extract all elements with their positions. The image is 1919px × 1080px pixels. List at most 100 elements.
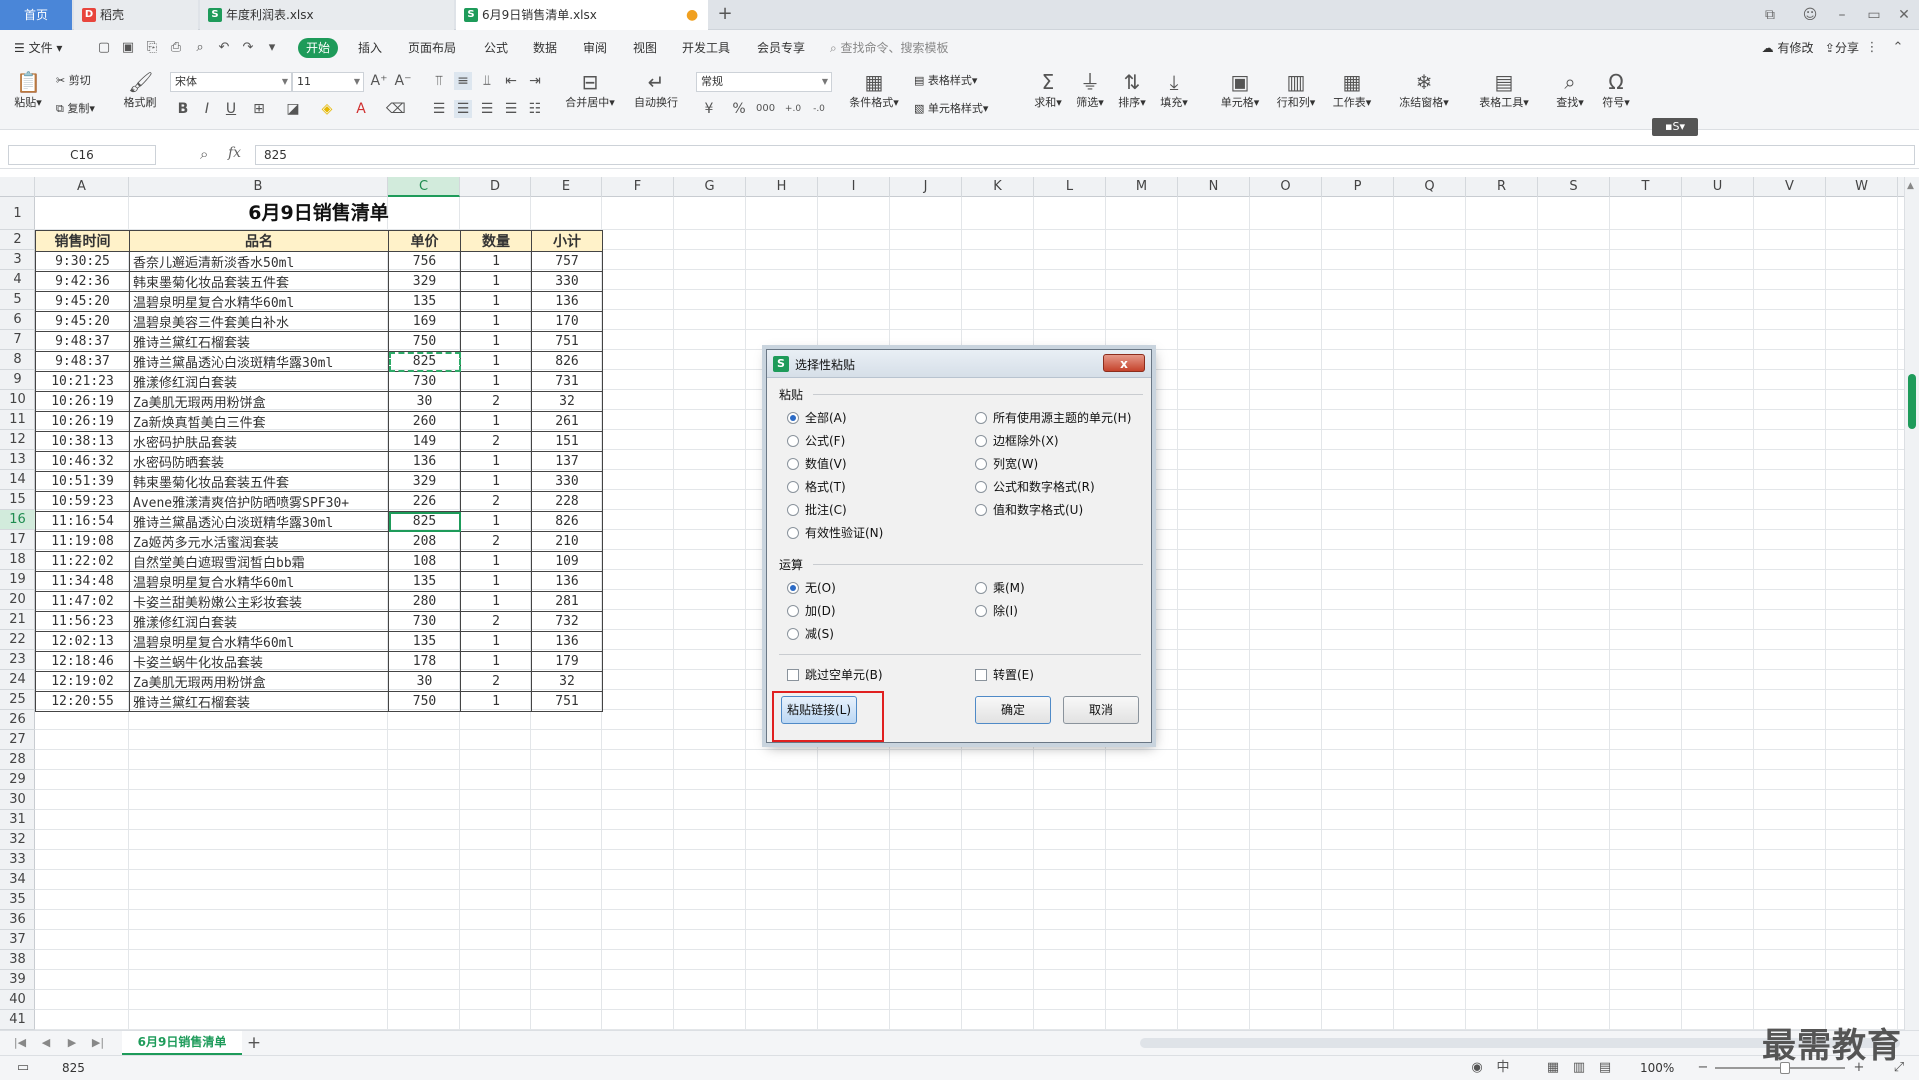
column-header-f[interactable]: F [602, 177, 674, 197]
save-icon[interactable]: ▣ [120, 40, 136, 56]
clear-format-icon[interactable]: ⌫ [386, 100, 406, 118]
cell-product[interactable]: Za姬芮多元水活蜜润套装 [129, 531, 389, 552]
row-header[interactable]: 26 [0, 710, 35, 730]
cell-qty[interactable]: 1 [460, 511, 532, 532]
paste-option-col-width[interactable]: 列宽(W) [975, 455, 1038, 472]
cell-qty[interactable]: 1 [460, 651, 532, 672]
row-header[interactable]: 40 [0, 990, 35, 1010]
row-header[interactable]: 9 [0, 370, 35, 390]
decimal-increase-icon[interactable]: +.0 [784, 100, 802, 118]
column-header-b[interactable]: B [129, 177, 388, 197]
paste-option-comments[interactable]: 批注(C) [787, 501, 847, 518]
cell-product[interactable]: Za新焕真皙美白三件套 [129, 411, 389, 432]
cell-subtotal[interactable]: 281 [531, 591, 603, 612]
paste-option-validation[interactable]: 有效性验证(N) [787, 524, 883, 541]
cell-time[interactable]: 10:46:32 [35, 451, 130, 472]
maximize-icon[interactable]: ▭ [1864, 5, 1884, 25]
formula-input[interactable]: 825 [255, 145, 1915, 165]
cell-product[interactable]: 雅诗兰黛晶透沁白淡斑精华露30ml [129, 511, 389, 532]
cell-product[interactable]: 卡姿兰甜美粉嫩公主彩妆套装 [129, 591, 389, 612]
cell-product[interactable]: Za美肌无瑕两用粉饼盒 [129, 671, 389, 692]
column-header-d[interactable]: D [460, 177, 531, 197]
undo-icon[interactable]: ↶ [216, 40, 232, 56]
menu-insert[interactable]: 插入 [358, 39, 382, 56]
menu-developer[interactable]: 开发工具 [682, 39, 730, 56]
row-col-button[interactable]: ▥ 行和列▾ [1272, 70, 1320, 110]
cell-subtotal[interactable]: 757 [531, 251, 603, 272]
cell-time[interactable]: 10:51:39 [35, 471, 130, 492]
cell-price[interactable]: 260 [388, 411, 461, 432]
sum-button[interactable]: Σ 求和▾ [1030, 70, 1066, 110]
row-header[interactable]: 3 [0, 250, 35, 270]
cell-style-button[interactable]: ▧ 单元格样式▾ [914, 100, 988, 116]
cell-qty[interactable]: 1 [460, 591, 532, 612]
cell-subtotal[interactable]: 751 [531, 691, 603, 712]
row-header[interactable]: 13 [0, 450, 35, 470]
column-header-h[interactable]: H [746, 177, 818, 197]
scroll-up-icon[interactable]: ▲ [1907, 181, 1914, 191]
row-header[interactable]: 8 [0, 350, 35, 370]
row-header[interactable]: 27 [0, 730, 35, 750]
column-header-n[interactable]: N [1178, 177, 1250, 197]
operation-divide[interactable]: 除(I) [975, 602, 1018, 619]
command-search[interactable]: ⌕ 查找命令、搜索模板 [830, 39, 949, 56]
align-left-icon[interactable]: ☰ [430, 100, 448, 118]
row-header[interactable]: 37 [0, 930, 35, 950]
cell-product[interactable]: 韩束墨菊化妆品套装五件套 [129, 271, 389, 292]
print-icon[interactable]: ⎙ [168, 40, 184, 56]
cell-qty[interactable]: 1 [460, 411, 532, 432]
row-header[interactable]: 20 [0, 590, 35, 610]
paste-button[interactable]: 📋 粘贴▾ [10, 70, 46, 110]
column-header-m[interactable]: M [1106, 177, 1178, 197]
cell-price[interactable]: 30 [388, 671, 461, 692]
align-center-icon[interactable]: ☰ [454, 100, 472, 118]
row-header[interactable]: 2 [0, 230, 35, 250]
cell-subtotal[interactable]: 732 [531, 611, 603, 632]
paste-option-formula-number[interactable]: 公式和数字格式(R) [975, 478, 1095, 495]
window-switch-icon[interactable]: ⧉ [1760, 5, 1780, 25]
menu-member[interactable]: 会员专享 [757, 39, 805, 56]
cell-time[interactable]: 9:45:20 [35, 311, 130, 332]
increase-font-icon[interactable]: A⁺ [370, 72, 388, 90]
preview-icon[interactable]: ⌕ [192, 40, 208, 56]
cell-price[interactable]: 169 [388, 311, 461, 332]
cell-qty[interactable]: 2 [460, 671, 532, 692]
dialog-titlebar[interactable]: S 选择性粘贴 x [767, 350, 1151, 378]
row-header[interactable]: 29 [0, 770, 35, 790]
cell-qty[interactable]: 2 [460, 611, 532, 632]
header-price[interactable]: 单价 [388, 230, 461, 252]
cell-qty[interactable]: 1 [460, 371, 532, 392]
row-header[interactable]: 18 [0, 550, 35, 570]
cell-subtotal[interactable]: 170 [531, 311, 603, 332]
cell-price[interactable]: 135 [388, 631, 461, 652]
prev-sheet-icon[interactable]: ◀ [38, 1035, 54, 1051]
cell-time[interactable]: 11:19:08 [35, 531, 130, 552]
cond-format-button[interactable]: ▦ 条件格式▾ [844, 70, 904, 110]
cell-qty[interactable]: 1 [460, 311, 532, 332]
cell-price[interactable]: 136 [388, 451, 461, 472]
column-header-g[interactable]: G [674, 177, 746, 197]
cell-qty[interactable]: 1 [460, 691, 532, 712]
row-header[interactable]: 31 [0, 810, 35, 830]
font-name-select[interactable]: 宋体 ▼ [170, 72, 292, 92]
cell-qty[interactable]: 1 [460, 451, 532, 472]
decrease-font-icon[interactable]: A⁻ [394, 72, 412, 90]
tab-profit-workbook[interactable]: S 年度利润表.xlsx [200, 0, 454, 30]
cell-time[interactable]: 9:30:25 [35, 251, 130, 272]
cell-qty[interactable]: 1 [460, 331, 532, 352]
cell-product[interactable]: 温碧泉明星复合水精华60ml [129, 631, 389, 652]
cell-price[interactable]: 178 [388, 651, 461, 672]
cell-price[interactable]: 329 [388, 471, 461, 492]
row-header[interactable]: 4 [0, 270, 35, 290]
row-header[interactable]: 5 [0, 290, 35, 310]
cell-subtotal[interactable]: 109 [531, 551, 603, 572]
column-header-a[interactable]: A [35, 177, 129, 197]
paste-option-no-borders[interactable]: 边框除外(X) [975, 432, 1059, 449]
menu-formula[interactable]: 公式 [484, 39, 508, 56]
row-header[interactable]: 7 [0, 330, 35, 350]
column-header-k[interactable]: K [962, 177, 1034, 197]
cell-qty[interactable]: 2 [460, 391, 532, 412]
cell-subtotal[interactable]: 330 [531, 471, 603, 492]
cell-subtotal[interactable]: 731 [531, 371, 603, 392]
decimal-decrease-icon[interactable]: -.0 [810, 100, 828, 118]
